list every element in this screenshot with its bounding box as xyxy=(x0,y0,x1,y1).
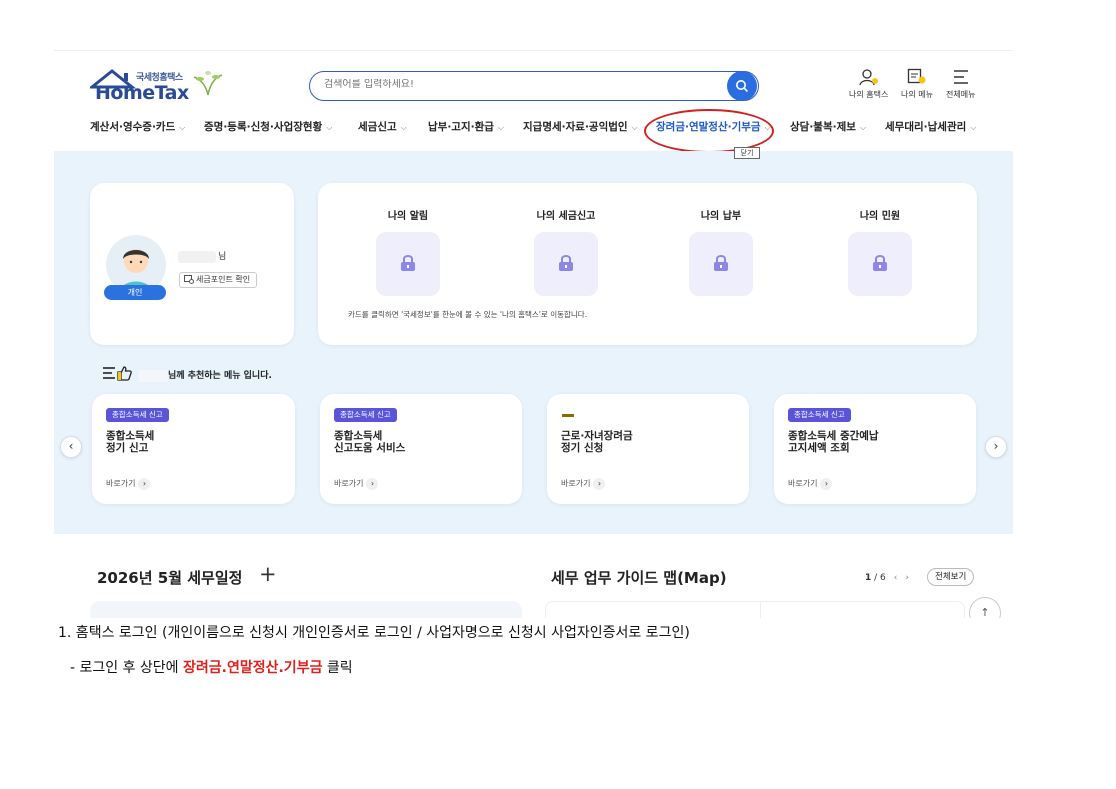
search-button[interactable] xyxy=(727,71,757,101)
chevron-right-icon[interactable]: › xyxy=(905,573,909,583)
search-input[interactable] xyxy=(324,79,724,90)
go-link[interactable]: 바로가기 › xyxy=(334,478,379,490)
my-hometax-link[interactable]: 나의 홈택스 xyxy=(849,68,888,100)
hamburger-menu-icon xyxy=(953,70,968,84)
instruction-line-1: 1. 홈택스 로그인 (개인이름으로 신청시 개인인증서로 로그인 / 사업자명… xyxy=(58,625,690,641)
leaf-decoration-icon xyxy=(193,71,223,96)
chevron-down-icon: ⌵ xyxy=(970,123,977,132)
user-name: 님 xyxy=(178,249,226,263)
masked-name xyxy=(138,369,168,382)
search-icon xyxy=(736,80,749,93)
main-panel: 개인 님 세금포인트 확인 나의 알림 나의 세금신고 나의 납부 나의 민원 … xyxy=(54,151,1013,534)
go-link[interactable]: 바로가기 › xyxy=(106,478,151,490)
chevron-down-icon: ⌵ xyxy=(631,123,638,132)
service-card[interactable]: 근로·자녀장려금 정기 신청 바로가기 › xyxy=(547,394,749,504)
carousel-prev-button[interactable]: ‹ xyxy=(60,436,82,458)
chevron-right-icon: › xyxy=(138,478,151,490)
all-menu-link[interactable]: 전체메뉴 xyxy=(946,68,975,100)
lock-box xyxy=(376,232,440,296)
chevron-down-icon: ⌵ xyxy=(497,123,505,132)
lock-box xyxy=(689,232,753,296)
nav-item-tax-filing[interactable]: 세금신고 ⌵ xyxy=(358,119,407,134)
profile-card: 개인 님 세금포인트 확인 xyxy=(90,183,294,345)
hometax-logo[interactable]: 국세청홈택스 HomeTax xyxy=(90,67,230,107)
lock-icon xyxy=(401,255,415,271)
all-menu-label: 전체메뉴 xyxy=(946,90,976,99)
divider xyxy=(760,601,761,618)
guide-map-title: 세무 업무 가이드 맵(Map) xyxy=(551,569,727,587)
my-menu-label: 나의 메뉴 xyxy=(901,90,933,99)
service-card[interactable]: 종합소득세 신고 종합소득세 정기 신고 바로가기 › xyxy=(92,394,295,504)
nav-item-payment[interactable]: 납부·고지·환급 ⌵ xyxy=(428,119,504,134)
my-payment-card[interactable]: 나의 납부 xyxy=(676,207,766,296)
chevron-down-icon: ⌵ xyxy=(326,123,333,132)
service-title: 근로·자녀장려금 정기 신청 xyxy=(561,430,633,454)
category-tag: 종합소득세 신고 xyxy=(334,408,397,422)
lock-icon xyxy=(559,255,573,271)
service-title: 종합소득세 중간예납 고지세액 조회 xyxy=(788,430,879,454)
hometax-screenshot: 국세청홈택스 HomeTax 나의 홈택스 나의 메뉴 xyxy=(54,50,1013,618)
my-cards-panel: 나의 알림 나의 세금신고 나의 납부 나의 민원 카드를 클릭하면 '국세정보… xyxy=(318,183,977,345)
lock-icon xyxy=(714,255,728,271)
category-tag: 종합소득세 신고 xyxy=(788,408,851,422)
masked-name xyxy=(178,250,216,263)
close-tooltip[interactable]: 닫기 xyxy=(734,147,760,159)
chevron-right-icon: › xyxy=(366,478,379,490)
tax-point-button[interactable]: 세금포인트 확인 xyxy=(179,272,258,288)
logo-title: HomeTax xyxy=(95,82,189,104)
recommend-title: 님께 추천하는 메뉴 입니다. xyxy=(138,368,272,382)
search-bar[interactable] xyxy=(309,71,759,101)
service-card[interactable]: 종합소득세 신고 종합소득세 중간예납 고지세액 조회 바로가기 › xyxy=(774,394,976,504)
nav-item-invoice[interactable]: 계산서·영수증·카드 ⌵ xyxy=(90,119,185,134)
arrow-up-icon: ↑ xyxy=(980,606,990,618)
carousel-next-button[interactable]: › xyxy=(985,436,1007,458)
service-title: 종합소득세 신고도움 서비스 xyxy=(334,430,406,454)
my-civil-card[interactable]: 나의 민원 xyxy=(835,207,925,296)
nav-item-tax-agent[interactable]: 세무대리·납세관리 ⌵ xyxy=(885,119,976,134)
plus-icon[interactable]: + xyxy=(259,562,277,586)
scroll-top-button[interactable]: ↑ xyxy=(969,597,1001,618)
category-marker xyxy=(562,414,574,417)
nav-item-certificate[interactable]: 증명·등록·신청·사업장현황 ⌵ xyxy=(204,119,332,134)
nav-item-payment-statement[interactable]: 지급명세·자료·공익법인 ⌵ xyxy=(523,119,638,134)
lock-icon xyxy=(873,255,887,271)
lock-box xyxy=(534,232,598,296)
my-menu-icon xyxy=(907,68,926,84)
service-card[interactable]: 종합소득세 신고 종합소득세 신고도움 서비스 바로가기 › xyxy=(320,394,522,504)
menu-thumbs-up-icon xyxy=(103,366,132,381)
instruction-line-2: - 로그인 후 상단에 장려금.연말정산.기부금 클릭 xyxy=(70,660,353,676)
chevron-left-icon: ‹ xyxy=(68,439,74,453)
nav-item-consultation[interactable]: 상담·불복·제보 ⌵ xyxy=(790,119,866,134)
schedule-title: 2026년 5월 세무일정 xyxy=(97,569,243,587)
guide-box xyxy=(545,601,965,618)
my-cards-note: 카드를 클릭하면 '국세정보'를 한눈에 볼 수 있는 '나의 홈택스'로 이동… xyxy=(348,310,588,319)
my-alert-card[interactable]: 나의 알림 xyxy=(363,207,453,296)
lock-box xyxy=(848,232,912,296)
account-type-badge: 개인 xyxy=(104,285,166,300)
user-bell-icon xyxy=(859,69,878,86)
service-title: 종합소득세 정기 신고 xyxy=(106,430,155,454)
my-tax-filing-card[interactable]: 나의 세금신고 xyxy=(521,207,611,296)
go-link[interactable]: 바로가기 › xyxy=(788,478,833,490)
schedule-box xyxy=(90,601,522,618)
my-menu-link[interactable]: 나의 메뉴 xyxy=(901,68,933,100)
tax-point-icon xyxy=(184,275,194,284)
category-tag: 종합소득세 신고 xyxy=(106,408,169,422)
go-link[interactable]: 바로가기 › xyxy=(561,478,606,490)
view-all-button[interactable]: 전체보기 xyxy=(927,568,975,586)
chevron-right-icon: › xyxy=(820,478,833,490)
pager: 1 / 6 ‹ › xyxy=(865,573,909,583)
chevron-down-icon: ⌵ xyxy=(859,123,867,132)
chevron-right-icon: › xyxy=(593,478,606,490)
highlighted-menu-name: 장려금.연말정산.기부금 xyxy=(183,660,323,676)
my-hometax-label: 나의 홈택스 xyxy=(849,90,889,99)
chevron-right-icon: › xyxy=(993,439,999,453)
chevron-down-icon: ⌵ xyxy=(179,123,186,132)
chevron-down-icon: ⌵ xyxy=(400,123,407,132)
chevron-left-icon[interactable]: ‹ xyxy=(894,573,898,583)
